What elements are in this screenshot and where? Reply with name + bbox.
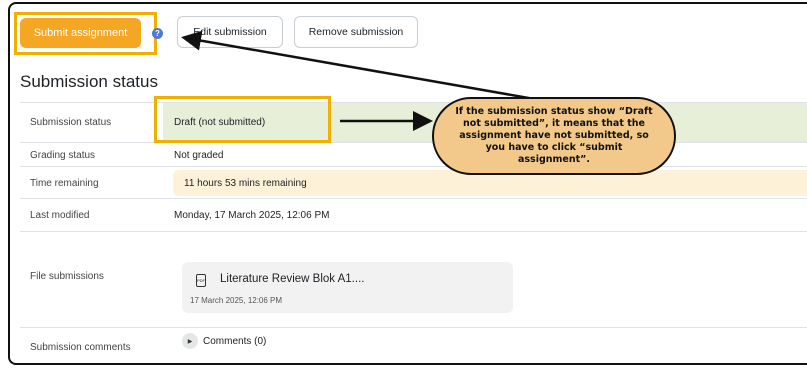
annotation-callout: If the submission status show “Draft not…: [432, 97, 676, 175]
annotation-arrows: [181, 30, 541, 131]
arrow-to-submit-button: [181, 30, 541, 102]
